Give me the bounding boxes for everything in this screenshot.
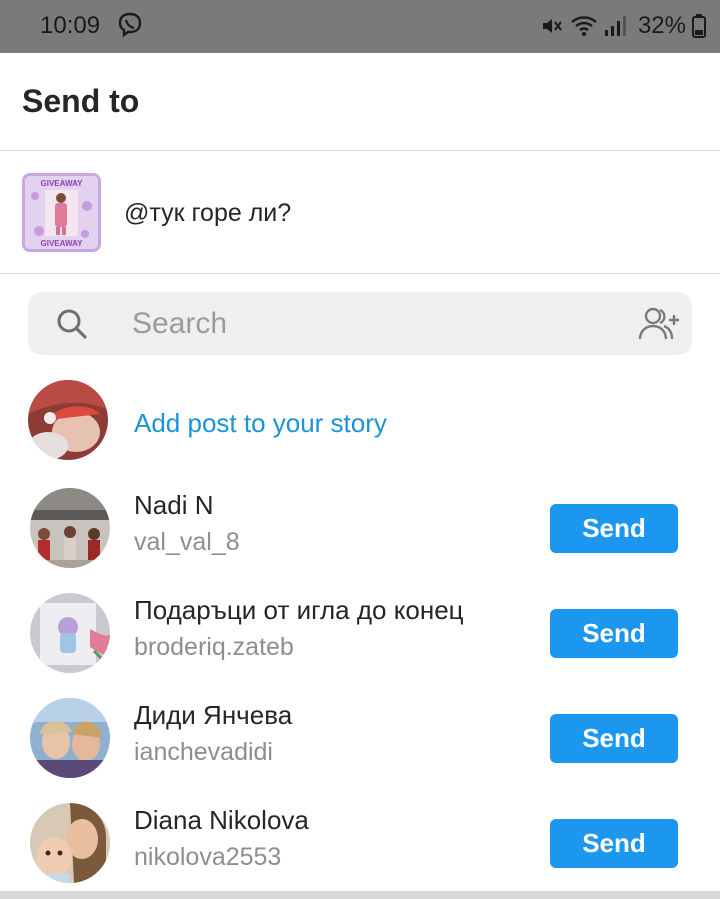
status-time: 10:09 — [40, 12, 101, 39]
list-item: Diana Nikolova nikolova2553 Send — [0, 795, 720, 895]
svg-text:GIVEAWAY: GIVEAWAY — [41, 239, 84, 248]
list-item: Подаръци от игла до конец broderiq.zateb… — [0, 585, 720, 685]
avatar — [28, 380, 108, 460]
viber-icon — [117, 12, 143, 38]
wifi-icon — [570, 15, 598, 37]
add-to-story-link[interactable]: Add post to your story — [134, 408, 387, 439]
add-to-story-row[interactable]: Add post to your story — [0, 378, 720, 464]
search-icon — [56, 308, 88, 340]
bottom-divider — [0, 891, 720, 899]
add-people-icon[interactable] — [638, 306, 682, 342]
send-button[interactable]: Send — [550, 609, 678, 658]
avatar — [30, 593, 110, 673]
send-button[interactable]: Send — [550, 504, 678, 553]
status-icons: 32% — [534, 10, 706, 42]
contact-username: broderiq.zateb — [134, 633, 294, 661]
post-thumbnail: GIVEAWAY GIVEAWAY — [22, 173, 101, 252]
search-bar[interactable] — [28, 292, 692, 355]
contact-name: Nadi N — [134, 490, 214, 520]
search-input[interactable] — [132, 304, 612, 344]
send-button[interactable]: Send — [550, 819, 678, 868]
avatar — [30, 488, 110, 568]
sheet-header: Send to — [0, 53, 720, 151]
list-item: Nadi N val_val_8 Send — [0, 480, 720, 580]
share-preview: GIVEAWAY GIVEAWAY @тук горе ли? — [0, 151, 720, 274]
contact-name: Diana Nikolova — [134, 805, 309, 835]
status-bar: 10:09 32% — [0, 0, 720, 53]
contact-name: Диди Янчева — [134, 700, 293, 730]
page-title: Send to — [22, 83, 140, 119]
list-item: Диди Янчева ianchevadidi Send — [0, 690, 720, 790]
signal-icon — [604, 15, 626, 37]
avatar — [30, 698, 110, 778]
mute-icon — [540, 14, 564, 38]
contact-username: nikolova2553 — [134, 843, 282, 871]
svg-text:GIVEAWAY: GIVEAWAY — [41, 179, 84, 188]
contact-username: ianchevadidi — [134, 738, 273, 766]
post-caption: @тук горе ли? — [124, 199, 292, 227]
battery-icon — [692, 14, 706, 38]
avatar — [30, 803, 110, 883]
contact-name: Подаръци от игла до конец — [134, 595, 464, 625]
battery-percentage: 32% — [637, 12, 686, 39]
contact-username: val_val_8 — [134, 528, 240, 556]
send-button[interactable]: Send — [550, 714, 678, 763]
